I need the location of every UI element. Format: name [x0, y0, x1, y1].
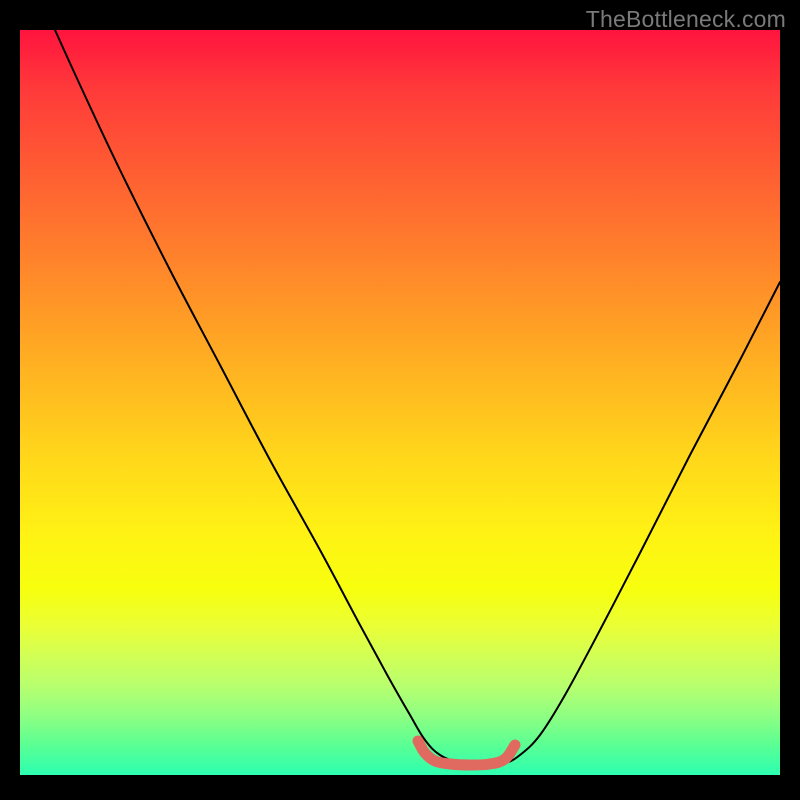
- plot-area: [20, 30, 780, 775]
- chart-stage: TheBottleneck.com: [0, 0, 800, 800]
- watermark-text: TheBottleneck.com: [586, 6, 786, 33]
- bottleneck-curve: [55, 30, 780, 765]
- highlight-band: [418, 741, 515, 765]
- curve-svg: [20, 30, 780, 775]
